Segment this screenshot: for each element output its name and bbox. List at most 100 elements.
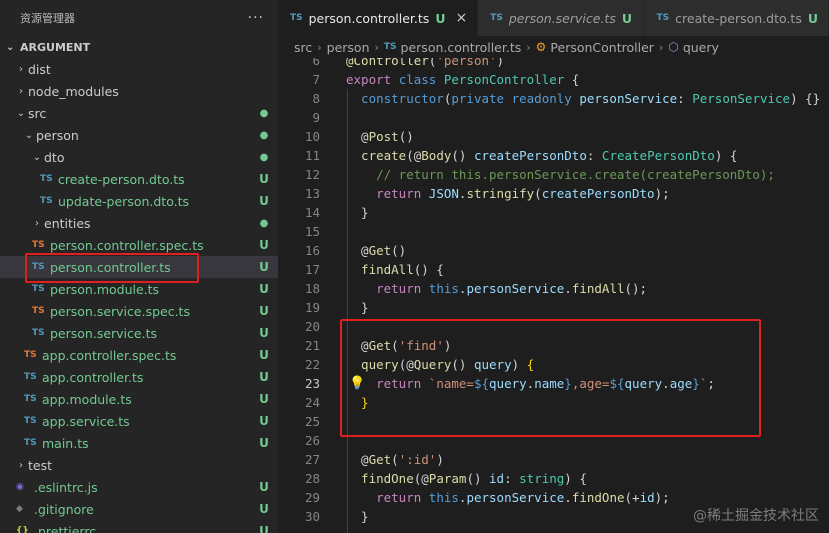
- code-line[interactable]: 8 constructor(private readonly personSer…: [278, 89, 829, 108]
- code-line[interactable]: 22 query(@Query() query) {: [278, 355, 829, 374]
- tree-item[interactable]: TS update-person.dto.ts U: [0, 190, 278, 212]
- tree-item[interactable]: › dist: [0, 58, 278, 80]
- method-icon: ⬡: [668, 40, 679, 54]
- close-icon[interactable]: ×: [455, 10, 467, 26]
- code-token: Param: [428, 471, 467, 486]
- code-line[interactable]: 27 @Get(':id'): [278, 450, 829, 469]
- code-token: id: [489, 471, 505, 486]
- code-line[interactable]: 13 return JSON.stringify(createPersonDto…: [278, 184, 829, 203]
- code-line[interactable]: 26: [278, 431, 829, 450]
- code-line[interactable]: 28 findOne(@Param() id: string) {: [278, 469, 829, 488]
- root-folder[interactable]: ⌄ ARGUMENT: [0, 36, 278, 58]
- code-line[interactable]: 14 }: [278, 203, 829, 222]
- tree-item-label: person.module.ts: [50, 281, 160, 297]
- tab-person-controller[interactable]: TS person.controller.ts U ×: [278, 0, 479, 36]
- code-token: return: [346, 186, 429, 201]
- code-token: CreatePersonDto: [601, 148, 715, 163]
- code-line[interactable]: 15: [278, 222, 829, 241]
- breadcrumb-item-file[interactable]: person.controller.ts: [401, 40, 522, 55]
- tree-item[interactable]: TS app.controller.ts U: [0, 366, 278, 388]
- code-token: string: [519, 471, 565, 486]
- more-actions-icon[interactable]: ···: [248, 10, 264, 26]
- tree-item[interactable]: TS create-person.dto.ts U: [0, 168, 278, 190]
- code-text: @Get(): [346, 241, 406, 260]
- tree-item[interactable]: TS person.service.spec.ts U: [0, 300, 278, 322]
- code-token: .: [564, 490, 572, 505]
- lightbulb-icon[interactable]: 💡: [349, 376, 365, 391]
- code-token: ':id': [398, 452, 437, 467]
- code-line[interactable]: 20: [278, 317, 829, 336]
- code-line[interactable]: 17 findAll() {: [278, 260, 829, 279]
- code-text: constructor(private readonly personServi…: [346, 89, 820, 108]
- tree-item[interactable]: › node_modules: [0, 80, 278, 102]
- line-number: 21: [304, 338, 320, 353]
- code-line[interactable]: 19 }: [278, 298, 829, 317]
- tree-item-label: person.service.ts: [50, 325, 157, 341]
- untracked-badge: U: [259, 414, 269, 428]
- breadcrumb-item-person[interactable]: person: [327, 40, 370, 55]
- line-number: 14: [304, 205, 320, 220]
- tree-item-label: test: [28, 457, 53, 473]
- tree-item[interactable]: ⌄ person ●: [0, 124, 278, 146]
- code-token: this: [428, 281, 459, 296]
- tree-item[interactable]: ⌄ dto ●: [0, 146, 278, 168]
- code-token: :: [504, 471, 520, 486]
- code-line[interactable]: 16 @Get(): [278, 241, 829, 260]
- breadcrumb-item-method[interactable]: query: [683, 40, 719, 55]
- code-token: return: [346, 490, 429, 505]
- tree-item-label: app.module.ts: [42, 391, 132, 407]
- code-line[interactable]: 25: [278, 412, 829, 431]
- code-token: query: [473, 357, 512, 372]
- code-line[interactable]: 10 @Post(): [278, 127, 829, 146]
- code-token: ();: [624, 281, 648, 296]
- line-number: 10: [304, 129, 320, 144]
- tree-item-label: person.controller.ts: [50, 259, 171, 275]
- code-text: @Controller('person'): [346, 58, 504, 70]
- code-token: ${: [609, 376, 625, 391]
- tree-item[interactable]: TS app.service.ts U: [0, 410, 278, 432]
- tree-item-label: app.service.ts: [42, 413, 130, 429]
- tree-item-label: dist: [28, 61, 51, 77]
- tree-item[interactable]: TS person.controller.spec.ts U: [0, 234, 278, 256]
- line-number: 26: [304, 433, 320, 448]
- tree-item[interactable]: TS person.controller.ts U: [0, 256, 278, 278]
- code-text: export class PersonController {: [346, 70, 579, 89]
- code-line[interactable]: 7 export class PersonController {: [278, 70, 829, 89]
- code-token: {: [526, 357, 535, 372]
- tree-item[interactable]: TS person.module.ts U: [0, 278, 278, 300]
- code-line[interactable]: 24 }: [278, 393, 829, 412]
- code-line[interactable]: 9: [278, 108, 829, 127]
- code-line[interactable]: 18 return this.personService.findAll();: [278, 279, 829, 298]
- tree-item[interactable]: TS app.module.ts U: [0, 388, 278, 410]
- code-text: return JSON.stringify(createPersonDto);: [346, 184, 670, 203]
- tree-item-label: app.controller.spec.ts: [42, 347, 177, 363]
- code-token: (: [391, 452, 399, 467]
- code-token: ,age=: [571, 376, 610, 391]
- code-editor[interactable]: 6 @Controller('person') 7 export class Pers…: [278, 58, 829, 533]
- tree-item[interactable]: TS app.controller.spec.ts U: [0, 344, 278, 366]
- tree-item[interactable]: ◉ .eslintrc.js U: [0, 476, 278, 498]
- code-line[interactable]: 12 // return this.personService.create(c…: [278, 165, 829, 184]
- code-line[interactable]: 6 @Controller('person'): [278, 58, 829, 70]
- tree-item[interactable]: {} .prettierrc U: [0, 520, 278, 533]
- tree-item[interactable]: ⌄ src ●: [0, 102, 278, 124]
- code-token: personService: [466, 281, 565, 296]
- code-token: 'person': [436, 58, 497, 68]
- tree-item[interactable]: TS person.service.ts U: [0, 322, 278, 344]
- tree-item[interactable]: ◆ .gitignore U: [0, 498, 278, 520]
- tab-person-service[interactable]: TS person.service.ts U: [478, 0, 645, 36]
- code-line[interactable]: 11 create(@Body() createPersonDto: Creat…: [278, 146, 829, 165]
- chevron-down-icon: ⌄: [6, 41, 15, 53]
- tree-item[interactable]: › test: [0, 454, 278, 476]
- breadcrumb-item-src[interactable]: src: [294, 40, 312, 55]
- tree-item[interactable]: › entities ●: [0, 212, 278, 234]
- tab-label: person.service.ts: [508, 10, 616, 26]
- tree-item[interactable]: TS main.ts U: [0, 432, 278, 454]
- tab-create-person-dto[interactable]: TS create-person.dto.ts U: [644, 0, 829, 36]
- line-number: 16: [304, 243, 320, 258]
- breadcrumb-item-class[interactable]: PersonController: [550, 40, 654, 55]
- code-token: () {: [413, 262, 444, 277]
- line-number: 7: [312, 72, 320, 87]
- code-line[interactable]: 21 @Get('find'): [278, 336, 829, 355]
- code-token: {: [571, 72, 580, 87]
